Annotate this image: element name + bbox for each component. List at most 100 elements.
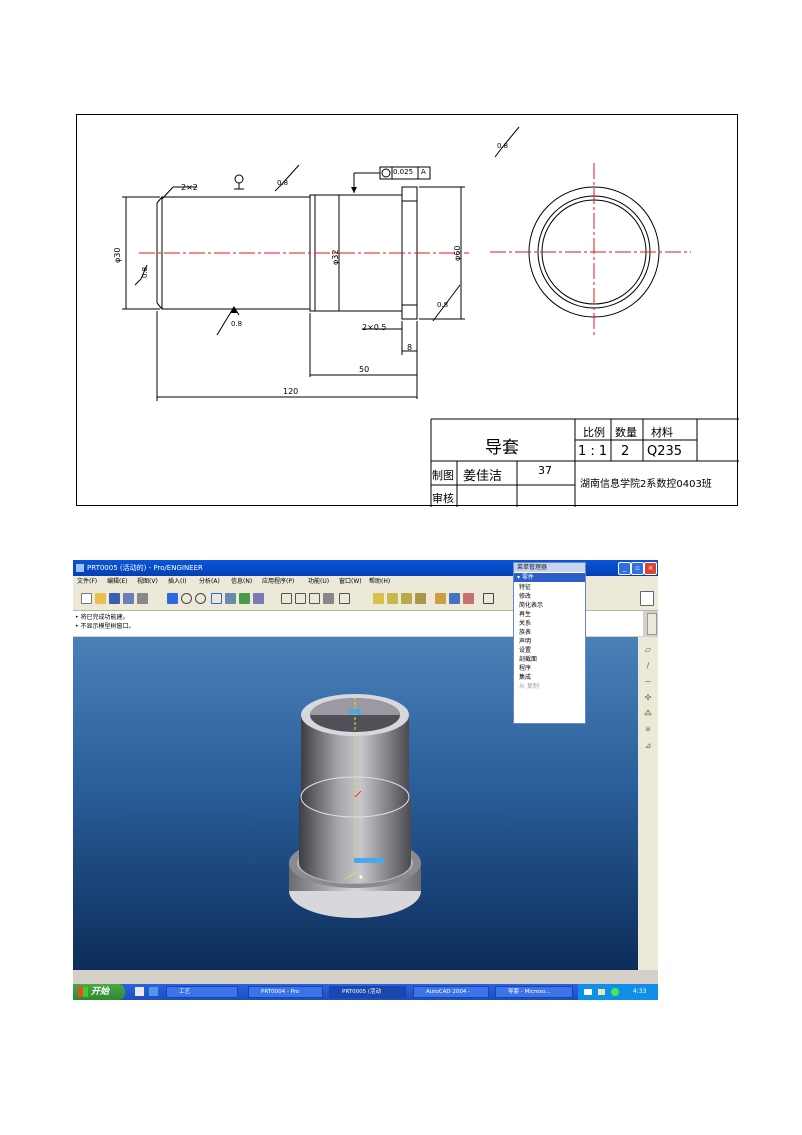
volume-icon[interactable] [598, 989, 605, 995]
task-word-label: 导套 - Microso... [508, 989, 551, 995]
analysis-tool-icon[interactable]: ✳ [642, 725, 654, 735]
mm-item-copy-from: 从 复制 [519, 683, 539, 690]
mm-item-program[interactable]: 程序 [519, 665, 531, 673]
maximize-icon[interactable]: ▫ [631, 562, 644, 575]
menu-edit[interactable]: 编辑(E) [107, 576, 127, 588]
tb-school: 湖南信息学院2系数控0403班 [580, 479, 712, 490]
context-help-icon[interactable] [463, 593, 474, 604]
dim-len-8: 8 [407, 343, 413, 352]
menu-manager-section[interactable]: ▾ 零件 [514, 573, 585, 582]
datum-curve-tool-icon[interactable]: ~ [642, 677, 654, 687]
task-prt0005[interactable]: PRT0005 (活动 [329, 986, 406, 998]
save-icon[interactable] [109, 593, 120, 604]
system-tray: 4:33 [578, 984, 658, 1000]
layers-icon[interactable] [253, 593, 264, 604]
roughness-general: 0.8 [497, 142, 509, 150]
menu-manager-section-label: 零件 [521, 574, 534, 581]
repaint-icon[interactable] [167, 593, 178, 604]
datum-plane-tool-icon[interactable]: ▱ [642, 645, 654, 655]
task-prt0005-label: PRT0005 (活动 [342, 989, 381, 995]
close-icon[interactable]: × [644, 562, 657, 575]
task-prt0004[interactable]: PRT0004 - Pro [248, 986, 323, 998]
mm-item-relations[interactable]: 关系 [519, 620, 531, 628]
menu-help[interactable]: 帮助(H) [369, 576, 390, 588]
zoom-in-icon[interactable] [181, 593, 192, 604]
task-folder-label: 工艺 [179, 989, 191, 995]
mm-item-integrate[interactable]: 集成 [519, 674, 531, 682]
datum-axes-icon[interactable] [387, 593, 398, 604]
mm-item-simp-rep[interactable]: 简化表示 [519, 602, 543, 610]
spin-center-icon[interactable] [435, 593, 446, 604]
mm-item-regenerate[interactable]: 再生 [519, 611, 531, 619]
menu-window[interactable]: 窗口(W) [339, 576, 362, 588]
menu-applications[interactable]: 应用程序(P) [262, 576, 294, 588]
roughness-top: 0.8 [277, 179, 289, 187]
start-button[interactable]: 开始 [73, 984, 125, 1000]
dim-len-120: 120 [283, 387, 299, 396]
new-icon[interactable] [81, 593, 92, 604]
menu-view[interactable]: 视图(V) [137, 576, 158, 588]
menu-file[interactable]: 文件(F) [77, 576, 97, 588]
task-word[interactable]: 导套 - Microso... [495, 986, 573, 998]
menu-analysis[interactable]: 分析(A) [199, 576, 220, 588]
sketch-pen-icon[interactable] [640, 591, 654, 606]
windows-logo-icon [78, 987, 88, 997]
menu-utilities[interactable]: 功能(U) [308, 576, 329, 588]
tb-scale-label: 比例 [583, 426, 605, 439]
mm-item-modify[interactable]: 修改 [519, 593, 531, 601]
datum-point-tool-icon[interactable]: ✣ [642, 693, 654, 703]
tb-check-label: 审核 [432, 492, 454, 505]
message-line-1: • 将已完成功能建。 [75, 614, 129, 621]
message-scrollbar[interactable] [647, 613, 657, 635]
model-tree-icon[interactable] [339, 593, 350, 604]
tb-material-label: 材料 [651, 426, 673, 439]
proe-screenshot: PRT0005 (活动的) - Pro/ENGINEER _ ▫ × 文件(F)… [73, 560, 658, 1000]
mm-item-family-table[interactable]: 族表 [519, 629, 531, 637]
dim-chamfer-flange: 2×0.5 [362, 323, 387, 332]
tb-drawn-by: 姜佳洁 [463, 469, 503, 484]
dim-len-50: 50 [359, 365, 370, 374]
drawing-sheet: 2×2 φ30 φ32 φ60 2×0.5 8 50 120 0.8 0.8 0… [76, 114, 739, 507]
no-hidden-icon[interactable] [309, 593, 320, 604]
orient-icon[interactable] [225, 593, 236, 604]
roughness-bore: 0.8 [141, 266, 149, 278]
show-desktop-icon[interactable] [135, 987, 144, 996]
dim-chamfer-left: 2×2 [181, 183, 198, 192]
mm-item-declare[interactable]: 声明 [519, 638, 531, 646]
tb-part-name: 导套 [485, 438, 519, 458]
coord-sys-icon[interactable] [415, 593, 426, 604]
mm-item-x-section[interactable]: 剖截面 [519, 656, 537, 664]
hidden-line-icon[interactable] [295, 593, 306, 604]
mm-item-setup[interactable]: 设置 [519, 647, 531, 655]
shading-icon[interactable] [323, 593, 334, 604]
ie-icon[interactable] [149, 987, 158, 996]
wireframe-icon[interactable] [281, 593, 292, 604]
datum-axis-tool-icon[interactable]: / [642, 661, 654, 671]
tb-material: Q235 [647, 444, 683, 459]
print-icon[interactable] [137, 593, 148, 604]
clock[interactable]: 4:33 [633, 984, 646, 1000]
datum-points-icon[interactable] [401, 593, 412, 604]
saved-views-icon[interactable] [239, 593, 250, 604]
centerlines [139, 163, 691, 337]
minimize-icon[interactable]: _ [618, 562, 631, 575]
tb-qty: 2 [621, 444, 630, 459]
mm-item-feature[interactable]: 特征 [519, 584, 531, 592]
save-copy-icon[interactable] [123, 593, 134, 604]
menu-info[interactable]: 信息(N) [231, 576, 252, 588]
sketch-tool-icon[interactable]: ⊿ [642, 741, 654, 751]
datum-planes-icon[interactable] [373, 593, 384, 604]
task-folder[interactable]: 工艺 [166, 986, 238, 998]
zoom-out-icon[interactable] [195, 593, 206, 604]
annotation-icon[interactable] [449, 593, 460, 604]
task-autocad[interactable]: AutoCAD 2004 - [413, 986, 489, 998]
select-icon[interactable] [483, 593, 494, 604]
refit-icon[interactable] [211, 593, 222, 604]
open-icon[interactable] [95, 593, 106, 604]
network-icon[interactable] [611, 988, 619, 996]
dim-dia-30: φ30 [113, 247, 122, 263]
coord-tool-icon[interactable]: ⁂ [642, 709, 654, 719]
keyboard-icon[interactable] [584, 989, 592, 995]
menu-insert[interactable]: 插入(I) [168, 576, 186, 588]
menu-manager-title: 菜单管理器 [514, 563, 585, 572]
